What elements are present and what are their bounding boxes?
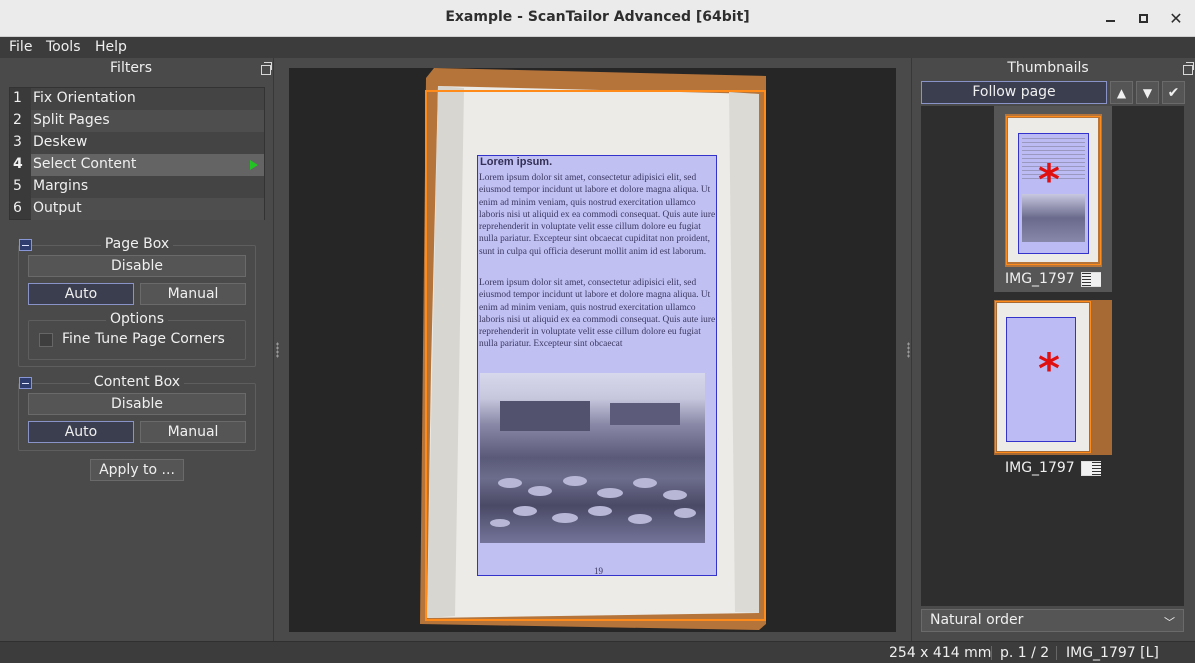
- filter-item-output[interactable]: 6 Output: [10, 198, 264, 220]
- sort-order-value: Natural order: [930, 612, 1024, 628]
- splitter-handle[interactable]: [276, 342, 279, 358]
- maximize-icon[interactable]: [1133, 8, 1153, 28]
- page-box[interactable]: [425, 90, 766, 621]
- window-title: Example - ScanTailor Advanced [64bit]: [445, 9, 750, 25]
- right-page-icon: [1081, 461, 1101, 476]
- follow-page-button[interactable]: Follow page: [921, 81, 1107, 104]
- filter-item-fix-orientation[interactable]: 1 Fix Orientation: [10, 88, 264, 110]
- thumbnail-1[interactable]: *: [1005, 114, 1102, 267]
- page-number-status: p. 1 / 2: [1000, 645, 1050, 661]
- chevron-down-icon: ﹀: [1164, 616, 1175, 629]
- image-viewport[interactable]: Lorem ipsum. Lorem ipsum dolor sit amet,…: [289, 68, 896, 632]
- filter-number: 5: [13, 178, 22, 194]
- thumbnail-1-label: IMG_1797: [1005, 271, 1075, 287]
- filter-number: 1: [13, 90, 22, 106]
- menu-bar: File Tools Help: [0, 37, 1195, 58]
- float-panel-icon[interactable]: [261, 62, 272, 75]
- minimize-icon[interactable]: [1100, 8, 1120, 28]
- page-box-group: Page Box Disable Auto Manual Options Fin…: [18, 236, 256, 367]
- filter-label: Margins: [31, 176, 264, 198]
- arrow-up-icon[interactable]: ▲: [1110, 81, 1133, 104]
- filter-label: Deskew: [31, 132, 264, 154]
- filters-panel: Filters 1 Fix Orientation 2 Split Pages …: [0, 58, 274, 641]
- content-box-title: Content Box: [19, 374, 255, 390]
- filter-item-margins[interactable]: 5 Margins: [10, 176, 264, 198]
- content-box-disable-button[interactable]: Disable: [28, 393, 246, 415]
- status-separator: [1056, 646, 1057, 660]
- status-separator: [991, 646, 992, 660]
- filter-number: 6: [13, 200, 22, 216]
- options-title: Options: [29, 311, 245, 327]
- filter-item-deskew[interactable]: 3 Deskew: [10, 132, 264, 154]
- thumbnail-2[interactable]: *: [994, 300, 1112, 455]
- collapse-icon[interactable]: [19, 239, 32, 251]
- filter-number: 3: [13, 134, 22, 150]
- content-box-group: Content Box Disable Auto Manual: [18, 374, 256, 451]
- menu-tools[interactable]: Tools: [46, 39, 81, 55]
- apply-to-button[interactable]: Apply to ...: [90, 459, 184, 481]
- page-box-title: Page Box: [19, 236, 255, 252]
- thumbnail-list[interactable]: * IMG_1797 * IMG_1797: [921, 106, 1184, 606]
- page-box-disable-button[interactable]: Disable: [28, 255, 246, 277]
- fine-tune-checkbox[interactable]: [39, 333, 53, 347]
- filter-label: Fix Orientation: [31, 88, 264, 110]
- checkmark-icon[interactable]: ✔: [1162, 81, 1185, 104]
- options-group: Options Fine Tune Page Corners: [28, 311, 246, 360]
- thumbnail-2-label: IMG_1797: [1005, 460, 1075, 476]
- thumbnails-panel: Thumbnails Follow page ▲ ▼ ✔ * IMG_1797 …: [911, 58, 1195, 641]
- float-panel-icon[interactable]: [1183, 62, 1194, 75]
- filter-list: 1 Fix Orientation 2 Split Pages 3 Deskew…: [9, 87, 265, 220]
- arrow-down-icon[interactable]: ▼: [1136, 81, 1159, 104]
- filters-header: Filters: [110, 60, 152, 76]
- page-box-manual-button[interactable]: Manual: [140, 283, 246, 305]
- fine-tune-label: Fine Tune Page Corners: [62, 331, 225, 347]
- page-size-status: 254 x 414 mm: [889, 645, 992, 661]
- asterisk-icon: *: [1038, 155, 1060, 204]
- close-icon[interactable]: ✕: [1166, 8, 1186, 28]
- filter-label: Output: [31, 198, 264, 220]
- collapse-icon[interactable]: [19, 377, 32, 389]
- filter-item-split-pages[interactable]: 2 Split Pages: [10, 110, 264, 132]
- left-page-icon: [1081, 272, 1101, 287]
- sort-order-select[interactable]: Natural order ﹀: [921, 609, 1184, 632]
- image-view-panel: Lorem ipsum. Lorem ipsum dolor sit amet,…: [274, 58, 911, 641]
- filter-label: Select Content: [31, 154, 264, 176]
- file-name-status: IMG_1797 [L]: [1066, 645, 1159, 661]
- filter-number: 2: [13, 112, 22, 128]
- status-bar: 254 x 414 mm p. 1 / 2 IMG_1797 [L]: [0, 641, 1195, 663]
- menu-help[interactable]: Help: [95, 39, 127, 55]
- title-bar: Example - ScanTailor Advanced [64bit] ✕: [0, 0, 1195, 37]
- menu-file[interactable]: File: [9, 39, 32, 55]
- content-box-auto-button[interactable]: Auto: [28, 421, 134, 443]
- page-box-auto-button[interactable]: Auto: [28, 283, 134, 305]
- filter-item-select-content[interactable]: 4 Select Content: [10, 154, 264, 176]
- thumbnails-header: Thumbnails: [1007, 60, 1089, 76]
- play-icon[interactable]: [250, 160, 258, 170]
- asterisk-icon: *: [1038, 344, 1060, 393]
- filter-number: 4: [13, 156, 23, 172]
- splitter-handle[interactable]: [907, 342, 910, 358]
- content-box-manual-button[interactable]: Manual: [140, 421, 246, 443]
- filter-label: Split Pages: [31, 110, 264, 132]
